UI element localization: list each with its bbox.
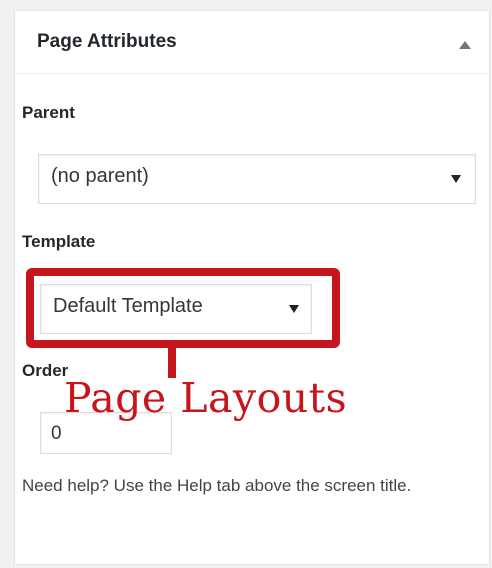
order-input-value: 0 [51, 423, 62, 444]
parent-label: Parent [22, 103, 75, 122]
triangle-up-icon[interactable] [459, 41, 471, 49]
caret-down-icon [451, 175, 461, 183]
highlight-box [26, 268, 340, 348]
panel-header[interactable]: Page Attributes [15, 11, 489, 74]
order-label: Order [22, 361, 69, 380]
page-layouts-annotation: Page Layouts [64, 374, 348, 422]
parent-select[interactable]: (no parent) [38, 154, 476, 204]
parent-select-value: (no parent) [51, 165, 149, 187]
help-text: Need help? Use the Help tab above the sc… [22, 476, 412, 495]
template-label: Template [22, 232, 96, 251]
panel-title: Page Attributes [37, 31, 177, 52]
